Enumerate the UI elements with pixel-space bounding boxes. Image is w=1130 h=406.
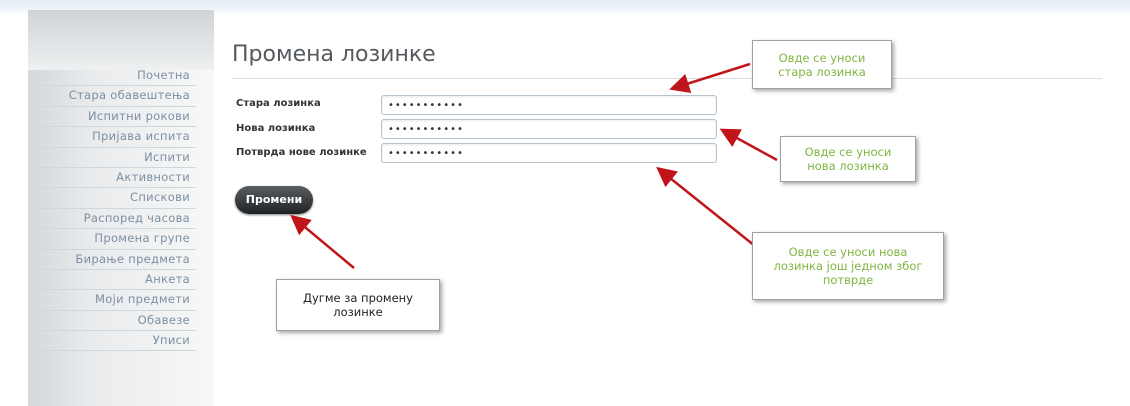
callout-old-password: Овде се уноси стара лозинка xyxy=(752,40,892,89)
callout-new-password: Овде се уноси нова лозинка xyxy=(780,136,916,182)
callout-change-button: Дугме за промену лозинке xyxy=(276,279,440,331)
arrow-to-button xyxy=(290,214,355,269)
arrow-to-new-password xyxy=(719,128,778,162)
arrow-to-old-password xyxy=(669,62,751,94)
callout-confirm-password: Овде се уноси нова лозинка још једном зб… xyxy=(752,232,944,300)
arrow-to-confirm-password xyxy=(656,166,756,247)
annotation-arrows xyxy=(290,62,778,269)
